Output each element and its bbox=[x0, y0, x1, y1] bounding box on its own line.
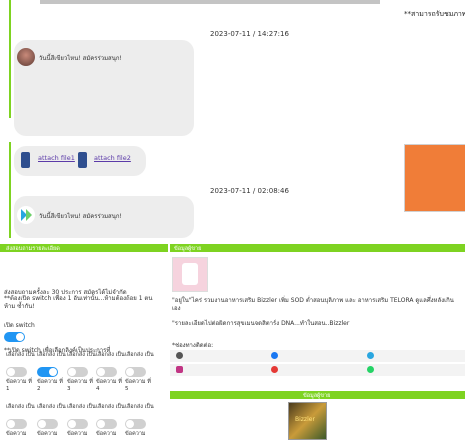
right-section-title-2: ข้อมูลผู้ขาย bbox=[303, 393, 331, 399]
attach-file-1-link[interactable]: attach file1 bbox=[38, 154, 75, 162]
cropped-header-strip bbox=[40, 0, 380, 4]
choice-toggle-1[interactable] bbox=[6, 367, 27, 377]
choice-label: เลือกส่ง เป็น bbox=[6, 352, 35, 358]
choice-item-label: ข้อความ bbox=[37, 431, 58, 437]
choice-toggle-4[interactable] bbox=[96, 367, 117, 377]
left-section-title: ส่งสอบถามรายละเอียด bbox=[6, 246, 60, 252]
youtube-icon[interactable] bbox=[271, 366, 278, 373]
section-header-bar: ข้อมูลผู้ขาย bbox=[170, 244, 465, 252]
top-note: **สามารถรับชมภาพเป็นไง bbox=[404, 10, 465, 18]
choice-label: เลือกส่ง เป็น bbox=[96, 352, 125, 358]
choice-label: เลือกส่ง เป็น bbox=[6, 404, 35, 410]
telegram-icon[interactable] bbox=[367, 352, 374, 359]
choice-label: เลือกส่ง เป็น bbox=[67, 404, 96, 410]
choice-toggle-5[interactable] bbox=[125, 367, 146, 377]
choice-toggle[interactable] bbox=[67, 419, 88, 429]
choice-toggle[interactable] bbox=[6, 419, 27, 429]
choice-item-label: ข้อความ ที่ 2 bbox=[37, 379, 63, 392]
choice-item-label: ข้อความ ที่ 1 bbox=[6, 379, 32, 392]
message-choice-grid: เลือกส่ง เป็น ข้อความ เลือกส่ง เป็น ข้อค… bbox=[0, 404, 160, 438]
choice-toggle[interactable] bbox=[96, 419, 117, 429]
choice-item-label: ข้อความ bbox=[67, 431, 88, 437]
instagram-icon[interactable] bbox=[176, 366, 183, 373]
avatar bbox=[17, 48, 35, 66]
message-bubble: วันนี้สีเขียวไหน! สมัครร่วมสนุก! bbox=[14, 40, 194, 136]
message-choice-grid: เลือกส่ง เป็น ข้อความ ที่ 1 เลือกส่ง เป็… bbox=[0, 352, 160, 398]
choice-item-label: ข้อความ bbox=[96, 431, 117, 437]
product-banner-image: Bizzler bbox=[288, 402, 327, 440]
whatsapp-icon[interactable] bbox=[367, 366, 374, 373]
switch-label: เปิด switch bbox=[4, 322, 35, 329]
greeting-text: วันนี้สีเขียวไหน! สมัครร่วมสนุก! bbox=[39, 55, 122, 62]
timeline-line-bottom bbox=[9, 142, 11, 238]
timeline-line-top bbox=[9, 0, 11, 118]
seller-desc-1: "อยู่ใน"ไคร่ รวมงานอาหารเสริม Bizzler เพ… bbox=[172, 297, 454, 312]
right-section-title: ข้อมูลผู้ขาย bbox=[174, 246, 202, 252]
choice-label: เลือกส่ง เป็น bbox=[96, 404, 125, 410]
choice-label: เลือกส่ง เป็น bbox=[37, 352, 66, 358]
avatar bbox=[17, 206, 35, 224]
section-header-bar: ส่งสอบถามรายละเอียด bbox=[0, 244, 168, 252]
orange-banner bbox=[404, 144, 465, 212]
choice-item-label: ข้อความ ที่ 3 bbox=[67, 379, 93, 392]
choice-label: เลือกส่ง เป็น bbox=[37, 404, 66, 410]
choice-toggle[interactable] bbox=[37, 419, 58, 429]
line-icon[interactable] bbox=[176, 352, 183, 359]
message-timestamp: 2023-07-11 / 14:27:16 bbox=[210, 30, 289, 38]
seller-product-image bbox=[172, 257, 208, 292]
message-timestamp: 2023-07-11 / 02:08:46 bbox=[210, 187, 289, 195]
choice-label: เลือกส่ง เป็น bbox=[125, 352, 154, 358]
choice-toggle[interactable] bbox=[125, 419, 146, 429]
choice-toggle-2[interactable] bbox=[37, 367, 58, 377]
choice-label: เลือกส่ง เป็น bbox=[125, 404, 154, 410]
attachment-bubble: attach file1 attach file2 bbox=[14, 146, 146, 176]
choice-item-label: ข้อความ bbox=[6, 431, 27, 437]
choice-label: เลือกส่ง เป็น bbox=[67, 352, 96, 358]
section-header-bar: ข้อมูลผู้ขาย bbox=[170, 391, 465, 399]
choice-toggle-3[interactable] bbox=[67, 367, 88, 377]
contact-label: *ช่องทางติดต่อ: bbox=[172, 342, 214, 349]
left-desc-2: **ต้องเปิด switch เพื่อง 1 อันเท่านั้น..… bbox=[4, 295, 153, 310]
contact-row bbox=[170, 364, 465, 376]
message-bubble: วันนี้สีเขียวไหน! สมัครร่วมสนุก! bbox=[14, 196, 194, 238]
attach-file-2-link[interactable]: attach file2 bbox=[94, 154, 131, 162]
master-switch-toggle[interactable] bbox=[4, 332, 25, 342]
phone-file-icon bbox=[78, 152, 87, 168]
contact-row bbox=[170, 350, 465, 362]
seller-desc-2: "รายละเอียดไปต่อผิดการสุขเมนจดสิตาร์ง DN… bbox=[172, 320, 350, 327]
facebook-icon[interactable] bbox=[271, 352, 278, 359]
choice-item-label: ข้อความ bbox=[125, 431, 146, 437]
greeting-text: วันนี้สีเขียวไหน! สมัครร่วมสนุก! bbox=[39, 213, 122, 220]
phone-file-icon bbox=[21, 152, 30, 168]
choice-item-label: ข้อความ ที่ 4 bbox=[96, 379, 122, 392]
product-caption: Bizzler bbox=[295, 416, 315, 423]
choice-item-label: ข้อความ ที่ 5 bbox=[125, 379, 151, 392]
